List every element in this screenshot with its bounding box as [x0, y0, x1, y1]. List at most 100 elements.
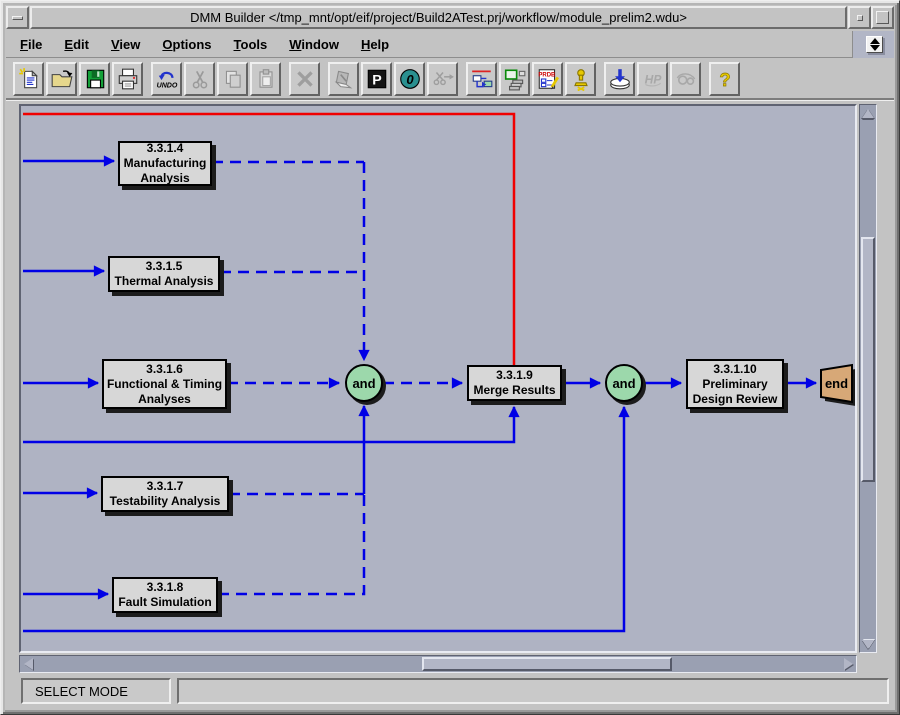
dashed-connector-3318[interactable] — [218, 494, 364, 594]
task-node-line: Fault Simulation — [118, 595, 211, 610]
task-node-line: Analyses — [138, 392, 191, 407]
horizontal-scroll-thumb[interactable] — [422, 657, 672, 671]
menu-options[interactable]: Options — [154, 33, 219, 56]
menubar-sash-panel — [852, 31, 894, 58]
cut-scissors-icon — [188, 67, 212, 91]
zero-tool-icon: 0 — [398, 67, 422, 91]
maximize-icon — [876, 11, 889, 24]
toolbar-new-document-button[interactable] — [13, 62, 44, 96]
red-connector[interactable] — [23, 114, 514, 366]
inspect-tool-icon — [674, 67, 698, 91]
workflow-diagram-icon — [470, 67, 494, 91]
svg-text:0: 0 — [406, 71, 414, 86]
toolbar-open-button[interactable] — [46, 62, 77, 96]
task-node-33110[interactable]: 3.3.1.10 Preliminary Design Review — [686, 359, 784, 409]
statusbar: SELECT MODE — [5, 673, 895, 710]
maximize-button[interactable] — [871, 6, 894, 29]
window-menu-icon — [12, 16, 23, 20]
task-node-line: Testability Analysis — [110, 494, 221, 509]
task-node-3318[interactable]: 3.3.1.8 Fault Simulation — [112, 577, 218, 613]
task-node-line: 3.3.1.4 — [147, 141, 184, 156]
task-node-3314[interactable]: 3.3.1.4 Manufacturing Analysis — [118, 141, 212, 186]
scroll-left-button[interactable] — [20, 656, 36, 672]
window-stack-icon — [503, 67, 527, 91]
help-question-icon: ? — [713, 67, 737, 91]
task-node-line: Functional & Timing — [107, 377, 222, 392]
scroll-right-button[interactable] — [840, 656, 856, 672]
menu-help[interactable]: Help — [353, 33, 397, 56]
toolbar-inspect-button[interactable] — [670, 62, 701, 96]
task-node-3317[interactable]: 3.3.1.7 Testability Analysis — [101, 476, 229, 512]
task-node-line: Preliminary — [702, 377, 767, 392]
prdb-form-icon: PRDB — [536, 67, 560, 91]
scroll-left-icon — [24, 658, 33, 670]
minimize-button[interactable] — [848, 6, 871, 29]
task-node-line: Manufacturing — [124, 156, 207, 171]
minimize-icon — [857, 15, 863, 21]
task-node-3316[interactable]: 3.3.1.6 Functional & Timing Analyses — [102, 359, 227, 409]
and-gateway-2[interactable]: and — [605, 364, 643, 402]
paste-icon — [254, 67, 278, 91]
canvas-frame: 3.3.1.4 Manufacturing Analysis 3.3.1.5 T… — [19, 104, 857, 653]
toolbar-save-button[interactable] — [79, 62, 110, 96]
vertical-scrollbar[interactable] — [859, 104, 877, 653]
toolbar-workflow-button[interactable] — [466, 62, 497, 96]
task-node-line: 3.3.1.6 — [146, 362, 183, 377]
sash-up-icon — [870, 38, 880, 44]
toolbar-banner-button[interactable] — [328, 62, 359, 96]
scroll-right-icon — [844, 658, 853, 670]
horizontal-scrollbar[interactable] — [19, 655, 857, 673]
open-folder-icon — [50, 67, 74, 91]
toolbar-stamp-button[interactable] — [565, 62, 596, 96]
toolbar-hp-button[interactable]: HP — [637, 62, 668, 96]
workflow-canvas[interactable]: 3.3.1.4 Manufacturing Analysis 3.3.1.5 T… — [21, 106, 855, 651]
print-icon — [116, 67, 140, 91]
toolbar-zero-button[interactable]: 0 — [394, 62, 425, 96]
window-menu-button[interactable] — [6, 6, 29, 29]
menu-window[interactable]: Window — [281, 33, 347, 56]
toolbar-paste-button[interactable] — [250, 62, 281, 96]
scroll-up-button[interactable] — [860, 105, 876, 121]
toolbar-prdb-form-button[interactable]: PRDB — [532, 62, 563, 96]
vertical-scroll-thumb[interactable] — [861, 237, 875, 482]
svg-text:UNDO: UNDO — [156, 81, 177, 89]
and-gateway-1[interactable]: and — [345, 364, 383, 402]
toolbar-delete-button[interactable] — [289, 62, 320, 96]
window-title: DMM Builder </tmp_mnt/opt/eif/project/Bu… — [30, 6, 847, 29]
menu-edit[interactable]: Edit — [56, 33, 97, 56]
task-node-line: 3.3.1.9 — [496, 368, 533, 383]
toolbar-undo-button[interactable]: UNDO — [151, 62, 182, 96]
toolbar-print-button[interactable] — [112, 62, 143, 96]
toolbar-cut-button[interactable] — [184, 62, 215, 96]
menu-view[interactable]: View — [103, 33, 148, 56]
copy-icon — [221, 67, 245, 91]
p-tool-icon: P — [365, 67, 389, 91]
task-node-3319[interactable]: 3.3.1.9 Merge Results — [467, 365, 562, 401]
banner-tool-icon — [332, 67, 356, 91]
mode-indicator-text: SELECT MODE — [35, 684, 128, 699]
end-label-text: end — [825, 376, 848, 391]
toolbar-copy-button[interactable] — [217, 62, 248, 96]
solid-connector-merge-bottom[interactable] — [23, 407, 514, 442]
menu-file[interactable]: File — [12, 33, 50, 56]
scroll-down-button[interactable] — [860, 636, 876, 652]
toolbar-import-button[interactable] — [604, 62, 635, 96]
toolbar-window-stack-button[interactable] — [499, 62, 530, 96]
new-document-icon — [17, 67, 41, 91]
toolbar-help-button[interactable]: ? — [709, 62, 740, 96]
svg-text:P: P — [372, 72, 381, 88]
sash-down-icon — [870, 45, 880, 51]
scroll-down-icon — [862, 640, 874, 649]
menu-tools[interactable]: Tools — [226, 33, 276, 56]
task-node-3315[interactable]: 3.3.1.5 Thermal Analysis — [108, 256, 220, 292]
toolbar-p-button[interactable]: P — [361, 62, 392, 96]
task-node-line: Design Review — [693, 392, 778, 407]
toolbar-cut-connector-button[interactable] — [427, 62, 458, 96]
task-node-line: Analysis — [140, 171, 189, 186]
end-node-label: end — [821, 367, 852, 400]
stamp-tool-icon — [569, 67, 593, 91]
gateway-label: and — [352, 376, 375, 391]
scroll-up-icon — [862, 109, 874, 118]
pane-sash-button[interactable] — [866, 36, 883, 53]
save-floppy-icon — [83, 67, 107, 91]
